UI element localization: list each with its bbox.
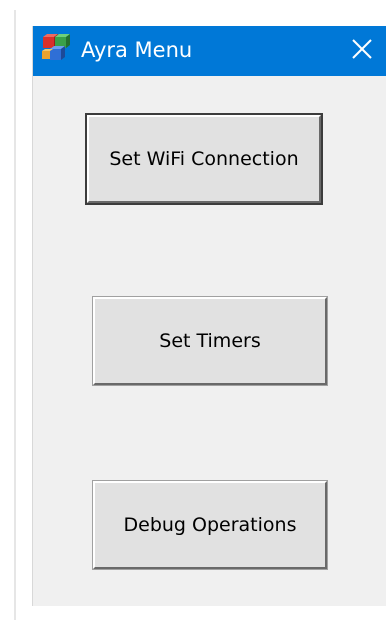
set-timers-button[interactable]: Set Timers [92,296,328,386]
close-button[interactable] [343,32,381,70]
debug-operations-label: Debug Operations [123,514,297,536]
close-icon [351,38,373,64]
set-wifi-connection-button[interactable]: Set WiFi Connection [85,113,323,205]
set-timers-label: Set Timers [159,330,261,352]
debug-operations-button[interactable]: Debug Operations [92,480,328,570]
background-window-edge [14,10,16,620]
window-title: Ayra Menu [81,38,193,62]
title-bar[interactable]: Ayra Menu [33,26,386,76]
menu-client-area: Set WiFi Connection Set Timers Debug Ope… [33,76,386,606]
app-cubes-icon [41,33,73,65]
ayra-menu-window: Ayra Menu Set WiFi Connection Set Timers… [32,26,386,606]
set-wifi-connection-label: Set WiFi Connection [109,148,299,170]
screen: Ayra Menu Set WiFi Connection Set Timers… [0,0,386,620]
